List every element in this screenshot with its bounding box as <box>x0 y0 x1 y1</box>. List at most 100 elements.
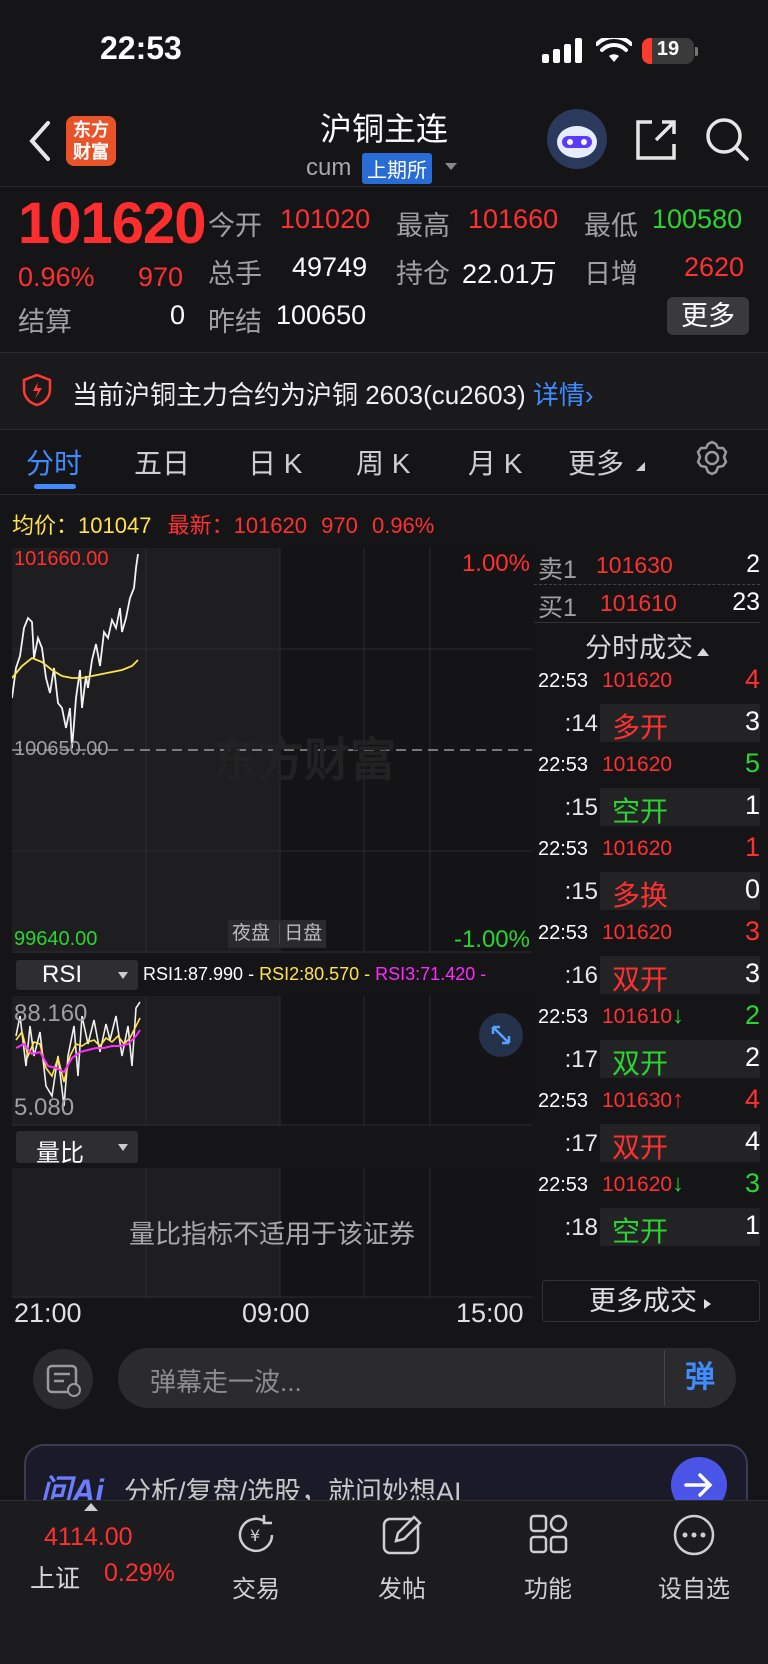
rsi-selector-label: RSI <box>42 961 83 988</box>
bid1-label: 买1 <box>538 594 577 622</box>
search-icon[interactable] <box>704 116 750 162</box>
chart-bottom-price: 99640.00 <box>14 928 98 950</box>
trade-time: 22:53 <box>538 670 589 692</box>
nav-functions-label: 功能 <box>524 1576 572 1603</box>
signal-icon <box>542 38 582 63</box>
trade-volume: 2 <box>744 1000 760 1030</box>
rsi3-value: RSI3:71.420 <box>375 964 476 984</box>
share-icon[interactable] <box>634 118 678 162</box>
avg-price-label: 均价： <box>12 513 79 538</box>
trade-type-volume: 0 <box>744 874 760 904</box>
trade-type-row: :14 多开 3 <box>534 702 760 744</box>
tab-monthly-k[interactable]: 月 K <box>468 442 522 482</box>
trade-type: 多换 <box>612 880 669 911</box>
open-label: 今开 <box>208 211 262 241</box>
trade-second: :17 <box>564 1130 598 1157</box>
notice-detail-link[interactable]: 详情› <box>533 380 594 410</box>
more-trades-button[interactable]: 更多成交 <box>542 1280 760 1322</box>
rsi-chart[interactable]: 88.160 5.080 <box>12 996 532 1126</box>
chart-top-price: 101660.00 <box>14 548 109 570</box>
nav-trade-label: 交易 <box>232 1576 280 1603</box>
trade-volume: 3 <box>744 1168 760 1198</box>
trade-type: 双开 <box>612 1048 669 1079</box>
trade-row: 22:53 101630 ↑ 4 <box>534 1080 760 1122</box>
volume-ratio-selector[interactable]: 量比 <box>16 1131 138 1167</box>
bid1-volume: 23 <box>732 588 760 616</box>
danmu-settings-icon[interactable] <box>32 1348 94 1410</box>
night-session-label: 夜盘 <box>232 923 271 944</box>
trade-second: :18 <box>564 1214 598 1241</box>
nav-watchlist[interactable]: 设自选 <box>644 1513 744 1603</box>
trade-time: 22:53 <box>538 838 589 860</box>
trade-icon: ¥ <box>238 1515 274 1553</box>
trade-type-row: :15 空开 1 <box>534 786 760 828</box>
nav-trade[interactable]: ¥ 交易 <box>206 1513 306 1603</box>
trade-arrow: ↓ <box>672 1002 684 1029</box>
index-ticker[interactable]: 4114.00 上证 0.29% <box>0 1501 175 1664</box>
trade-row: 22:53 101620 5 <box>534 744 760 786</box>
volume-ratio-selector-label: 量比 <box>36 1140 84 1167</box>
chart-mid-price: 100650.00 <box>14 738 109 760</box>
trade-time: 22:53 <box>538 754 589 776</box>
more-trades-label: 更多成交 <box>589 1286 697 1316</box>
expand-icon[interactable] <box>478 1012 524 1058</box>
chevron-down-icon[interactable] <box>444 162 458 172</box>
trade-type-row: :18 空开 1 <box>534 1206 760 1248</box>
post-edit-icon <box>382 1515 422 1555</box>
ask1-price: 101630 <box>596 552 673 578</box>
prev-settle-label: 昨结 <box>208 307 262 337</box>
nav-watchlist-label: 设自选 <box>658 1576 730 1603</box>
robot-avatar-icon[interactable] <box>546 108 608 170</box>
high-value: 101660 <box>468 204 559 234</box>
caret-down-icon <box>118 1144 128 1151</box>
volume-ratio-message: 量比指标不适用于该证券 <box>128 1219 415 1249</box>
trade-type: 空开 <box>612 796 669 827</box>
trade-time: 22:53 <box>538 1006 589 1028</box>
watermark: 东方财富 <box>212 733 396 787</box>
nav-post[interactable]: 发帖 <box>352 1513 452 1603</box>
rsi-selector[interactable]: RSI <box>16 960 138 990</box>
bottom-navigation: 4114.00 上证 0.29% ¥ 交易 发帖 功能 设自选 <box>0 1500 768 1664</box>
low-label: 最低 <box>584 211 638 241</box>
danmu-send-button[interactable]: 弹 <box>664 1350 735 1406</box>
index-pct: 0.29% <box>104 1559 175 1587</box>
functions-grid-icon <box>529 1514 568 1554</box>
trades-list: 22:53 101620 4:14 多开 3 22:53 101620 5:15 空开 1 22:5… <box>534 660 760 1248</box>
settings-gear-icon[interactable] <box>694 440 730 476</box>
trade-price: 101620 <box>602 669 673 692</box>
trade-type-volume: 1 <box>744 790 760 820</box>
nav-functions[interactable]: 功能 <box>498 1513 598 1603</box>
tab-intraday[interactable]: 分时 <box>26 442 82 482</box>
trade-time: 22:53 <box>538 922 589 944</box>
trade-arrow: ↑ <box>672 1086 684 1113</box>
price-line <box>12 553 139 749</box>
exchange-badge: 上期所 <box>362 153 432 184</box>
x-label-start: 21:00 <box>14 1298 82 1328</box>
chart-top-pct: 1.00% <box>461 550 530 577</box>
trade-second: :14 <box>564 710 598 737</box>
price-chart[interactable]: 东方财富 101660.00 100650.00 99640.00 1.00% … <box>12 548 532 953</box>
notice-banner[interactable]: 当前沪铜主力合约为沪铜 2603(cu2603) 详情› <box>0 352 768 430</box>
trade-type-row: :15 多换 0 <box>534 870 760 912</box>
ask1-label: 卖1 <box>538 556 577 584</box>
volume-label: 总手 <box>208 259 262 289</box>
more-quote-button[interactable]: 更多 <box>667 297 749 335</box>
trade-type: 多开 <box>612 712 669 743</box>
tab-daily-k[interactable]: 日 K <box>248 442 302 482</box>
tab-weekly-k[interactable]: 周 K <box>356 442 410 482</box>
volume-ratio-chart: 量比指标不适用于该证券 <box>12 1168 532 1298</box>
trade-type-volume: 3 <box>744 706 760 736</box>
avg-price-value: 101047 <box>78 513 152 538</box>
trade-time: 22:53 <box>538 1174 589 1196</box>
tab-more[interactable]: 更多 <box>568 442 624 482</box>
trade-type-row: :17 双开 4 <box>534 1122 760 1164</box>
notice-text: 当前沪铜主力合约为沪铜 2603(cu2603) <box>72 380 526 410</box>
daily-increase-value: 2620 <box>684 252 745 282</box>
open-interest-label: 持仓 <box>396 259 450 289</box>
trade-price: 101620 <box>602 753 673 776</box>
trade-arrow: ↓ <box>672 1170 684 1197</box>
settle-label: 结算 <box>18 307 72 337</box>
rsi-top-value: 88.160 <box>14 1000 88 1027</box>
latest-change: 970 <box>321 513 358 538</box>
tab-five-day[interactable]: 五日 <box>134 442 190 482</box>
